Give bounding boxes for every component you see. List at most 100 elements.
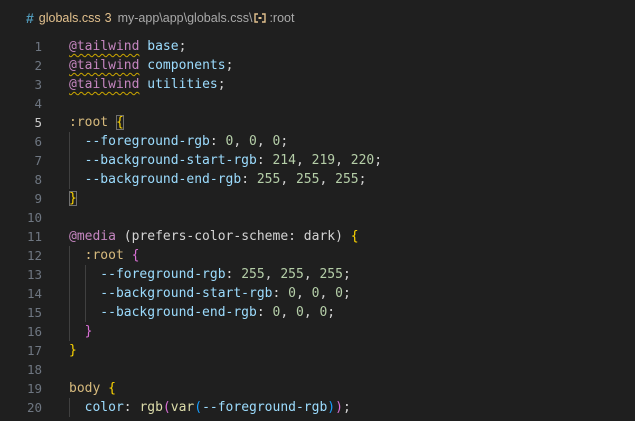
code-line[interactable]: 3 @tailwind utilities; (0, 75, 635, 94)
breadcrumb-segment-file[interactable]: globals.css (187, 11, 249, 25)
code-token: , (264, 267, 281, 282)
code-token: , (295, 286, 312, 301)
code-token: 255 (280, 267, 304, 282)
code-token: ; (342, 286, 351, 301)
breadcrumb-segment-my-app[interactable]: my-app (118, 11, 160, 25)
code-token: { (131, 248, 140, 263)
line-number: 11 (26, 229, 42, 244)
line-number: 18 (26, 362, 42, 377)
code-token: { (350, 229, 359, 244)
code-token: ) (335, 400, 343, 415)
code-token: @media (69, 229, 116, 244)
code-line[interactable]: 15 --background-end-rgb: 0, 0, 0; (0, 303, 635, 322)
breadcrumb-segment-app[interactable]: app (163, 11, 184, 25)
code-token: , (280, 172, 296, 187)
breadcrumb-file[interactable]: globals.css (39, 11, 101, 25)
editor-window: # globals.css 3 my-app \ app \ globals.c… (0, 0, 635, 421)
code-line[interactable]: 1 @tailwind base; (0, 37, 635, 56)
code-line[interactable]: 14 --background-start-rgb: 0, 0, 0; (0, 284, 635, 303)
code-token: ; (217, 77, 226, 92)
code-line[interactable]: 13 --foreground-rgb: 255, 255, 255; (0, 265, 635, 284)
code-line[interactable]: 10 (0, 208, 635, 227)
code-token: 255 (335, 172, 359, 187)
code-line[interactable]: 8 --background-end-rgb: 255, 255, 255; (0, 170, 635, 189)
line-number: 14 (26, 286, 42, 301)
code-token: , (280, 305, 296, 320)
code-token: , (303, 267, 320, 282)
code-token: --foreground-rgb (84, 134, 210, 149)
line-number: 20 (26, 400, 42, 415)
code-token: body (69, 381, 101, 396)
line-number: 9 (34, 191, 42, 206)
hash-icon: # (26, 10, 34, 26)
code-text: --background-start-rgb: 214, 219, 220; (69, 151, 382, 170)
line-number: 4 (34, 96, 42, 111)
code-line[interactable]: 9} (0, 189, 635, 208)
code-editor[interactable]: 1 @tailwind base; 2 @tailwind components; 3 @… (0, 37, 635, 421)
code-line[interactable]: 11 @media (prefers-color-scheme: dark) { (0, 227, 635, 246)
code-line[interactable]: 2 @tailwind components; (0, 56, 635, 75)
code-token: :root (84, 248, 124, 263)
problem-count-badge: 3 (104, 11, 112, 25)
code-token: 0 (249, 134, 257, 149)
code-line[interactable]: 6 --foreground-rgb: 0, 0, 0; (0, 132, 635, 151)
code-line[interactable]: 4 (0, 94, 635, 113)
breadcrumb-symbol[interactable]: :root (269, 11, 294, 25)
code-token: { (115, 115, 124, 130)
code-token: } (84, 324, 93, 339)
code-token: } (69, 191, 77, 206)
code-text: @tailwind base; (69, 37, 186, 56)
code-token: ; (342, 267, 351, 282)
code-token: { (108, 381, 116, 396)
code-text: --foreground-rgb: 255, 255, 255; (69, 265, 351, 284)
code-token: :root (69, 115, 109, 130)
code-token: , (335, 153, 351, 168)
code-line[interactable]: 12 :root { (0, 246, 635, 265)
code-text: @tailwind utilities; (69, 75, 226, 94)
code-line[interactable]: 18 (0, 360, 635, 379)
warning-token: @tailwind (69, 58, 140, 73)
code-token: utilities (147, 77, 218, 92)
code-line[interactable]: 7 --background-start-rgb: 214, 219, 220; (0, 151, 635, 170)
code-token: , (303, 305, 320, 320)
code-token: ; (358, 172, 367, 187)
breadcrumb: # globals.css 3 my-app \ app \ globals.c… (0, 0, 635, 36)
code-token: --background-start-rgb (100, 286, 273, 301)
code-line[interactable]: 17} (0, 341, 635, 360)
warning-token: @tailwind (69, 39, 140, 54)
line-number: 12 (26, 248, 42, 263)
code-token: , (319, 286, 336, 301)
warning-token: @tailwind (69, 77, 140, 92)
code-text: } (69, 341, 77, 360)
code-line[interactable]: 20 color: rgb(var(--foreground-rgb)); (0, 398, 635, 417)
code-token: : (256, 305, 273, 320)
code-token: 0 (335, 286, 343, 301)
line-number: 3 (34, 77, 42, 92)
code-token: } (69, 343, 77, 358)
code-line[interactable]: 16} (0, 322, 635, 341)
line-number: 19 (26, 381, 42, 396)
code-token: var (170, 400, 195, 415)
code-text: } (69, 189, 77, 208)
code-token: ; (178, 39, 187, 54)
code-token: 255 (256, 172, 281, 187)
breadcrumb-separator: \ (248, 11, 253, 25)
code-token: , (295, 153, 312, 168)
code-token: 0 (295, 305, 304, 320)
code-token: --foreground-rgb (202, 400, 328, 415)
code-token: --foreground-rgb (100, 267, 226, 282)
code-token: : (225, 267, 242, 282)
code-line[interactable]: 5:root { (0, 113, 635, 132)
code-token: : (256, 153, 273, 168)
code-token: base (147, 39, 179, 54)
code-token: components (147, 58, 226, 73)
line-number: 17 (26, 343, 42, 358)
code-text: :root { (69, 246, 140, 265)
code-token: ; (342, 400, 351, 415)
code-line[interactable]: 19 body { (0, 379, 635, 398)
code-text: } (69, 322, 93, 341)
code-token: rgb (139, 400, 163, 415)
code-token: --background-end-rgb (84, 172, 242, 187)
code-text: --foreground-rgb: 0, 0, 0; (69, 132, 289, 151)
